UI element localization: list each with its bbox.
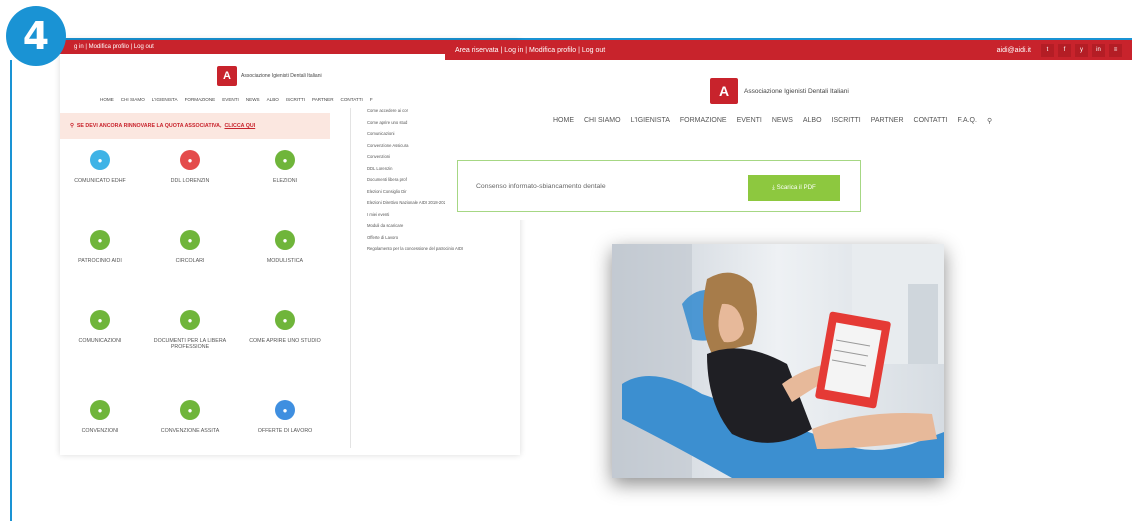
- aidi-logo-icon: A: [217, 66, 237, 86]
- aidi-logo-icon: A: [710, 78, 738, 104]
- nav-item[interactable]: EVENTI: [737, 117, 762, 125]
- tile-2[interactable]: ● DDL LORENZIN: [140, 150, 240, 184]
- nav-item[interactable]: CONTATTI: [914, 117, 948, 125]
- tile-10[interactable]: ● CONVENZIONI: [60, 400, 150, 434]
- tile-7[interactable]: ● COMUNICAZIONI: [60, 310, 150, 344]
- document-title: Consenso informato-sbiancamento dentale: [476, 182, 606, 190]
- tile-label: COME APRIRE UNO STUDIO: [249, 338, 321, 344]
- nav-item[interactable]: HOME: [100, 97, 114, 102]
- left-rule: [10, 60, 12, 521]
- folder-icon: ●: [180, 310, 200, 330]
- right-screenshot: Area riservata | Log in | Modifica profi…: [445, 40, 1132, 220]
- nav-item[interactable]: F: [370, 97, 373, 102]
- alert-link[interactable]: CLICCA QUI: [224, 123, 255, 129]
- nav-item[interactable]: ISCRITTI: [832, 117, 861, 125]
- nav-item[interactable]: NEWS: [772, 117, 793, 125]
- nav-item[interactable]: L'IGIENISTA: [152, 97, 178, 102]
- sidebar-link[interactable]: Moduli da scaricare: [351, 223, 520, 235]
- left-logo-text: Associazione Igienisti Dentali Italiani: [241, 73, 322, 79]
- download-icon: ●: [275, 230, 295, 250]
- tile-label: DDL LORENZIN: [170, 178, 210, 184]
- tile-5[interactable]: ● CIRCOLARI: [140, 230, 240, 264]
- tile-label: OFFERTE DI LAVORO: [257, 428, 313, 434]
- shield-icon: ●: [180, 400, 200, 420]
- nav-item[interactable]: CHI SIAMO: [584, 117, 621, 125]
- tile-label: MODULISTICA: [266, 258, 304, 264]
- youtube-icon[interactable]: y: [1075, 43, 1088, 57]
- nav-item[interactable]: CHI SIAMO: [121, 97, 145, 102]
- step-badge: 4: [6, 6, 66, 66]
- linkedin-icon[interactable]: in: [1092, 43, 1105, 57]
- tile-label: CONVENZIONE ASSITA: [160, 428, 220, 434]
- renewal-alert: ⚲ SE DEVI ANCORA RINNOVARE LA QUOTA ASSO…: [60, 113, 330, 139]
- tile-9[interactable]: ● COME APRIRE UNO STUDIO: [235, 310, 335, 344]
- tile-12[interactable]: ● OFFERTE DI LAVORO: [235, 400, 335, 434]
- left-nav: HOME CHI SIAMO L'IGIENISTA FORMAZIONE EVENTI…: [100, 97, 373, 102]
- right-logo[interactable]: A Associazione Igienisti Dentali Italian…: [710, 78, 849, 104]
- nav-item[interactable]: L'IGIENISTA: [631, 117, 670, 125]
- tile-label: DOCUMENTI PER LA LIBERA PROFESSIONE: [153, 338, 227, 350]
- right-nav: HOME CHI SIAMO L'IGIENISTA FORMAZIONE EVENTI…: [553, 117, 992, 125]
- nav-item[interactable]: FORMAZIONE: [185, 97, 216, 102]
- list-icon: ●: [180, 230, 200, 250]
- tile-8[interactable]: ● DOCUMENTI PER LA LIBERA PROFESSIONE: [140, 310, 240, 350]
- tile-3[interactable]: ● ELEZIONI: [235, 150, 335, 184]
- nav-item[interactable]: ALBO: [803, 117, 822, 125]
- nav-item[interactable]: NEWS: [246, 97, 260, 102]
- nav-item[interactable]: PARTNER: [871, 117, 904, 125]
- tile-11[interactable]: ● CONVENZIONE ASSITA: [140, 400, 240, 434]
- left-logo[interactable]: A Associazione Igienisti Dentali Italian…: [217, 66, 322, 86]
- megaphone-icon: ●: [90, 150, 110, 170]
- twitter-icon[interactable]: t: [1041, 43, 1054, 57]
- download-pdf-button[interactable]: ⤓ Scarica il PDF: [748, 175, 840, 201]
- nav-item[interactable]: EVENTI: [222, 97, 239, 102]
- nav-item[interactable]: ALBO: [267, 97, 279, 102]
- tile-label: COMUNICAZIONI: [78, 338, 122, 344]
- sidebar-link[interactable]: Regolamento per la concessione del patro…: [351, 246, 520, 258]
- tile-label: ELEZIONI: [272, 178, 298, 184]
- patient-consent-photo: [612, 244, 944, 478]
- nav-item[interactable]: FORMAZIONE: [680, 117, 727, 125]
- tile-4[interactable]: ● PATROCINIO AIDI: [60, 230, 150, 264]
- question-icon: ●: [275, 310, 295, 330]
- tile-label: COMUNICATO EDHF: [74, 178, 126, 184]
- pin-icon: ⚲: [70, 123, 74, 129]
- tile-6[interactable]: ● MODULISTICA: [235, 230, 335, 264]
- nav-item[interactable]: CONTATTI: [341, 97, 363, 102]
- nav-item[interactable]: ISCRITTI: [286, 97, 305, 102]
- facebook-icon[interactable]: f: [1058, 43, 1071, 57]
- tile-label: PATROCINIO AIDI: [78, 258, 122, 264]
- badge-icon: ●: [90, 230, 110, 250]
- chat-icon: ●: [90, 310, 110, 330]
- document-icon: ●: [180, 150, 200, 170]
- right-logo-text: Associazione Igienisti Dentali Italiani: [744, 87, 849, 95]
- email-link[interactable]: aidi@aidi.it: [997, 47, 1031, 54]
- ballot-icon: ●: [275, 150, 295, 170]
- tile-label: CONVENZIONI: [81, 428, 119, 434]
- nav-item[interactable]: HOME: [553, 117, 574, 125]
- search-icon[interactable]: ⚲: [987, 117, 992, 125]
- briefcase-icon: ●: [275, 400, 295, 420]
- account-links[interactable]: Area riservata | Log in | Modifica profi…: [455, 47, 605, 54]
- sidebar-link[interactable]: Offerte di Lavoro: [351, 235, 520, 247]
- menu-icon[interactable]: ≡: [1109, 43, 1122, 57]
- social-bar: aidi@aidi.it t f y in ≡: [997, 43, 1122, 57]
- alert-text: SE DEVI ANCORA RINNOVARE LA QUOTA ASSOCI…: [76, 123, 222, 129]
- nav-item[interactable]: F.A.Q.: [958, 117, 977, 125]
- photo-illustration: [612, 244, 944, 478]
- tile-label: CIRCOLARI: [175, 258, 205, 264]
- nav-item[interactable]: PARTNER: [312, 97, 334, 102]
- right-topbar: Area riservata | Log in | Modifica profi…: [445, 40, 1132, 60]
- link-icon: ●: [90, 400, 110, 420]
- tile-1[interactable]: ● COMUNICATO EDHF: [60, 150, 150, 184]
- document-card: Consenso informato-sbiancamento dentale …: [457, 160, 861, 212]
